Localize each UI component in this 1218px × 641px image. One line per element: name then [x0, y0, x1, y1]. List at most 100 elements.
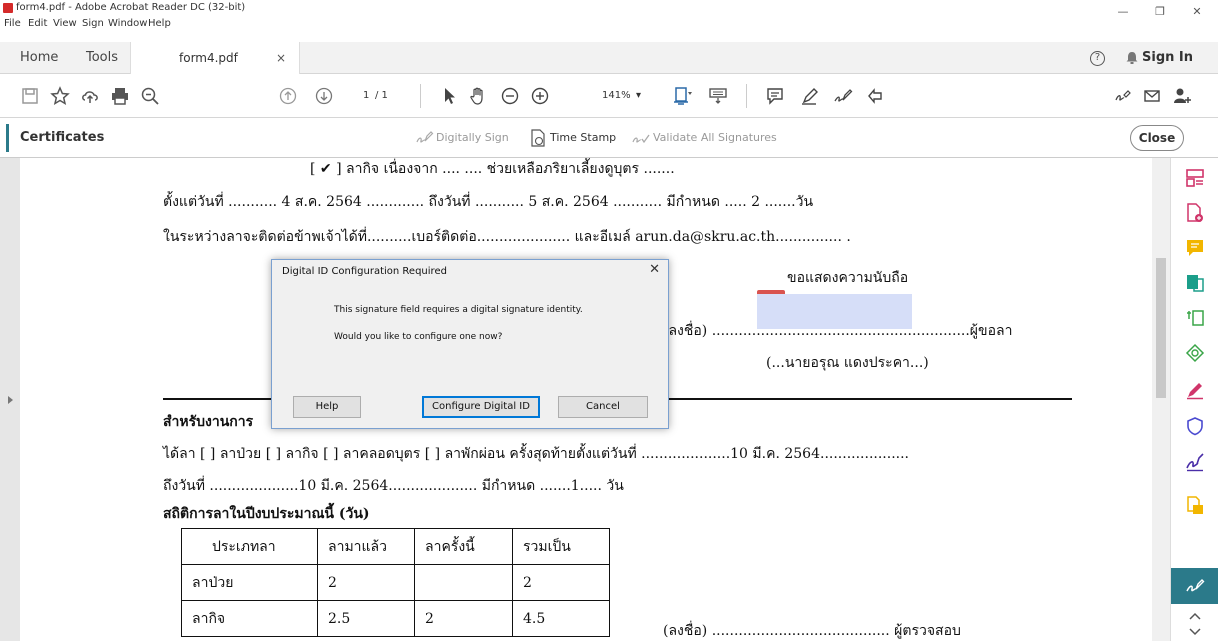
zoom-out-icon[interactable] — [500, 86, 520, 106]
dialog-title: Digital ID Configuration Required — [282, 266, 447, 277]
configure-digital-id-button[interactable]: Configure Digital ID — [422, 396, 540, 418]
tab-tools[interactable]: Tools — [86, 42, 118, 74]
table-cell: ลาป่วย — [181, 564, 318, 601]
previous-leave-line: ได้ลา [ ] ลาป่วย [ ] ลากิจ [ ] ลาคลอดบุต… — [163, 446, 909, 462]
menu-window[interactable]: Window — [108, 18, 147, 29]
menu-file[interactable]: File — [4, 18, 21, 29]
send-for-review-icon[interactable] — [1185, 496, 1205, 516]
add-user-icon[interactable] — [1172, 86, 1192, 106]
select-cursor-icon[interactable] — [440, 86, 460, 106]
sign-link-icon[interactable] — [1113, 86, 1133, 106]
vertical-scrollbar[interactable] — [1152, 158, 1170, 641]
table-cell: 4.5 — [512, 600, 610, 637]
dialog-help-button[interactable]: Help — [293, 396, 361, 418]
fit-page-icon[interactable] — [673, 86, 693, 106]
time-stamp-button[interactable]: Time Stamp — [550, 118, 616, 158]
menu-edit[interactable]: Edit — [28, 18, 47, 29]
certificates-title: Certificates — [20, 130, 105, 145]
close-window-button[interactable]: ✕ — [1182, 5, 1212, 19]
previous-page-icon[interactable] — [278, 86, 298, 106]
comment-tool-icon[interactable] — [1185, 238, 1205, 258]
certificates-pen-icon — [1186, 579, 1205, 592]
table-cell: 2.5 — [317, 600, 415, 637]
checker-sign-line: (ลงชื่อ) ...............................… — [663, 623, 961, 639]
validate-all-signatures-button[interactable]: Validate All Signatures — [653, 118, 777, 158]
closing-respect: ขอแสดงความนับถือ — [787, 270, 909, 286]
left-panel-gutter — [0, 158, 20, 641]
right-tools-panel — [1170, 158, 1218, 641]
chevron-up-icon[interactable] — [1189, 612, 1201, 620]
protect-shield-icon[interactable] — [1185, 416, 1205, 436]
leave-reason-line: [ ✔ ] ลากิจ เนื่องจาก .... .... ช่วยเหลื… — [310, 161, 675, 177]
tab-home[interactable]: Home — [20, 42, 58, 74]
title-bar: form4.pdf - Adobe Acrobat Reader DC (32-… — [0, 0, 1218, 22]
close-certificates-button[interactable]: Close — [1130, 125, 1184, 151]
menu-help[interactable]: Help — [148, 18, 171, 29]
tab-document-label: form4.pdf — [179, 51, 238, 65]
dialog-message-1: This signature field requires a digital … — [334, 305, 583, 315]
dialog-cancel-button[interactable]: Cancel — [558, 396, 648, 418]
fill-sign-tool-icon[interactable] — [1185, 380, 1205, 400]
tab-document[interactable]: form4.pdf × — [130, 42, 300, 74]
zoom-in-icon[interactable] — [530, 86, 550, 106]
bookmark-star-icon[interactable] — [50, 86, 70, 106]
chevron-down-icon[interactable] — [1189, 628, 1201, 636]
table-header-cell: ลาครั้งนี้ — [414, 528, 513, 565]
notification-bell-icon[interactable] — [1125, 51, 1139, 65]
chevron-down-icon: ▾ — [636, 90, 642, 101]
restore-button[interactable]: ❐ — [1145, 5, 1175, 19]
time-stamp-icon — [531, 129, 545, 147]
tab-bar: Home Tools form4.pdf × ? Sign In — [0, 42, 1218, 74]
acrobat-window: form4.pdf - Adobe Acrobat Reader DC (32-… — [0, 0, 1218, 641]
zoom-level-select[interactable]: 141% ▾ — [598, 87, 660, 105]
section-heading: สำหรับงานการ — [163, 414, 254, 430]
edit-pdf-icon[interactable] — [1185, 308, 1205, 328]
zoom-search-icon[interactable] — [140, 86, 160, 106]
acrobat-logo-icon — [3, 3, 13, 13]
validate-signatures-icon — [632, 134, 650, 144]
menu-bar: File Edit View Sign Window Help — [0, 18, 1218, 42]
print-icon[interactable] — [110, 86, 130, 106]
table-cell: 2 — [512, 564, 610, 601]
request-signature-icon[interactable] — [1185, 452, 1205, 472]
expand-left-panel-icon[interactable] — [8, 396, 13, 404]
page-total: / 1 — [375, 90, 388, 101]
table-header-row: ประเภทลา ลามาแล้ว ลาครั้งนี้ รวมเป็น — [181, 528, 610, 565]
fill-sign-icon[interactable] — [833, 86, 853, 106]
share-document-icon[interactable] — [866, 86, 886, 106]
sign-in-link[interactable]: Sign In — [1142, 42, 1193, 74]
minimize-button[interactable]: — — [1108, 5, 1138, 19]
menu-sign[interactable]: Sign — [82, 18, 104, 29]
toolbar-separator — [746, 84, 747, 108]
main-toolbar: 1 / 1 141% ▾ — [0, 74, 1218, 118]
digitally-sign-icon — [416, 131, 434, 143]
scroll-thumb[interactable] — [1156, 258, 1166, 398]
enhance-scans-icon[interactable] — [1185, 343, 1205, 363]
highlight-pen-icon[interactable] — [800, 86, 820, 106]
page-number-field[interactable]: 1 / 1 — [355, 87, 403, 105]
page-current[interactable]: 1 — [363, 87, 369, 105]
next-page-icon[interactable] — [314, 86, 334, 106]
table-cell — [414, 564, 513, 601]
help-icon[interactable]: ? — [1090, 51, 1105, 66]
table-cell: ลากิจ — [181, 600, 318, 637]
hand-tool-icon[interactable] — [468, 86, 488, 106]
upload-cloud-icon[interactable] — [80, 86, 100, 106]
dialog-close-button[interactable]: ✕ — [649, 262, 660, 277]
email-icon[interactable] — [1142, 86, 1162, 106]
export-pdf-icon[interactable] — [1185, 273, 1205, 293]
table-header-cell: ลามาแล้ว — [317, 528, 415, 565]
create-pdf-icon[interactable] — [1185, 203, 1205, 223]
organize-pages-icon[interactable] — [1185, 168, 1205, 188]
menu-view[interactable]: View — [53, 18, 77, 29]
table-row: ลาป่วย 2 2 — [181, 564, 610, 601]
digitally-sign-button[interactable]: Digitally Sign — [436, 118, 509, 158]
comment-icon[interactable] — [765, 86, 785, 106]
keyboard-icon[interactable] — [708, 86, 728, 106]
tab-close-button[interactable]: × — [276, 42, 286, 74]
stats-heading: สถิติการลาในปีงบประมาณนี้ (วัน) — [163, 506, 370, 522]
table-cell: 2 — [317, 564, 415, 601]
certificates-tool-active[interactable] — [1171, 568, 1218, 604]
save-icon[interactable] — [20, 86, 40, 106]
table-cell: 2 — [414, 600, 513, 637]
